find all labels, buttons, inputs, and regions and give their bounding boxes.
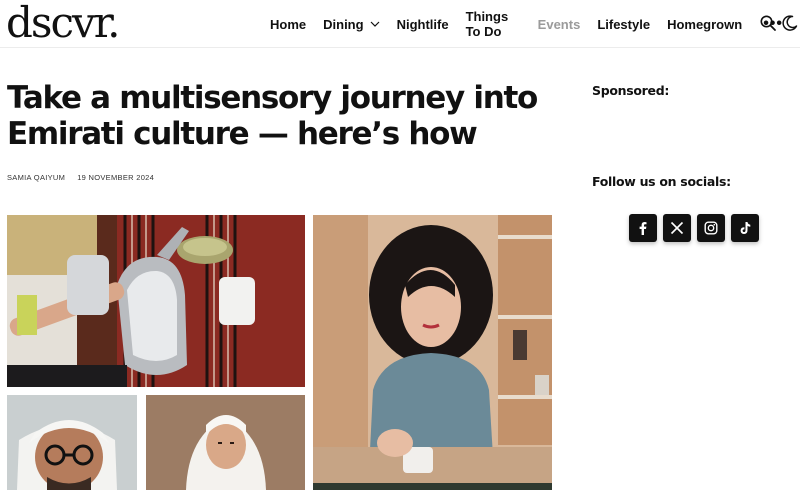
woman-portrait-photo — [313, 215, 552, 490]
social-links — [629, 214, 765, 242]
nav-item-things-to-do[interactable]: Things To Do — [466, 9, 521, 39]
nav-item-label: Lifestyle — [597, 16, 651, 32]
tiktok-link[interactable] — [731, 214, 759, 242]
article-title-line-2: Emirati culture — here’s how — [7, 116, 478, 152]
publish-date: 19 NOVEMBER 2024 — [77, 173, 155, 182]
nav-item-label: Homegrown — [667, 16, 743, 32]
woman-headscarf-photo — [146, 395, 305, 490]
man-portrait-photo — [7, 395, 137, 490]
author-link[interactable]: SAMIA QAIYUM — [7, 173, 65, 182]
nav-item-homegrown[interactable]: Homegrown — [667, 17, 742, 32]
x-icon — [670, 221, 684, 235]
follow-heading: Follow us on socials: — [592, 174, 731, 189]
sponsored-heading: Sponsored: — [592, 83, 670, 98]
nav-item-label: Dining — [323, 16, 364, 32]
facebook-link[interactable] — [629, 214, 657, 242]
hero-image-collage — [7, 215, 552, 490]
site-logo[interactable]: dscvr. — [6, 1, 121, 45]
site-header: dscvr. Home Dining Nightlife Things To D… — [0, 0, 800, 48]
nav-item-lifestyle[interactable]: Lifestyle — [597, 17, 650, 32]
x-link[interactable] — [663, 214, 691, 242]
nav-item-events[interactable]: Events — [538, 17, 581, 32]
main-nav: Home Dining Nightlife Things To Do Event… — [270, 0, 800, 48]
dark-mode-icon[interactable] — [781, 14, 799, 32]
instagram-link[interactable] — [697, 214, 725, 242]
article-title: Take a multisensory journey into Emirati… — [7, 80, 567, 152]
nav-item-label: Things To Do — [465, 9, 509, 39]
collage-strip-photo — [313, 483, 552, 490]
nav-item-nightlife[interactable]: Nightlife — [397, 17, 449, 32]
search-icon[interactable] — [759, 14, 777, 32]
coffee-pouring-photo — [7, 215, 305, 387]
nav-item-label: Events — [537, 16, 581, 32]
nav-item-dining[interactable]: Dining — [323, 17, 379, 32]
chevron-down-icon — [370, 21, 379, 27]
article-title-line-1: Take a multisensory journey into — [7, 80, 538, 116]
tiktok-icon — [740, 222, 751, 234]
nav-item-home[interactable]: Home — [270, 17, 306, 32]
nav-item-label: Home — [270, 16, 307, 32]
facebook-icon — [639, 222, 647, 235]
nav-item-label: Nightlife — [396, 16, 449, 32]
article-meta: SAMIA QAIYUM 19 NOVEMBER 2024 — [7, 173, 154, 182]
instagram-icon — [704, 221, 718, 235]
